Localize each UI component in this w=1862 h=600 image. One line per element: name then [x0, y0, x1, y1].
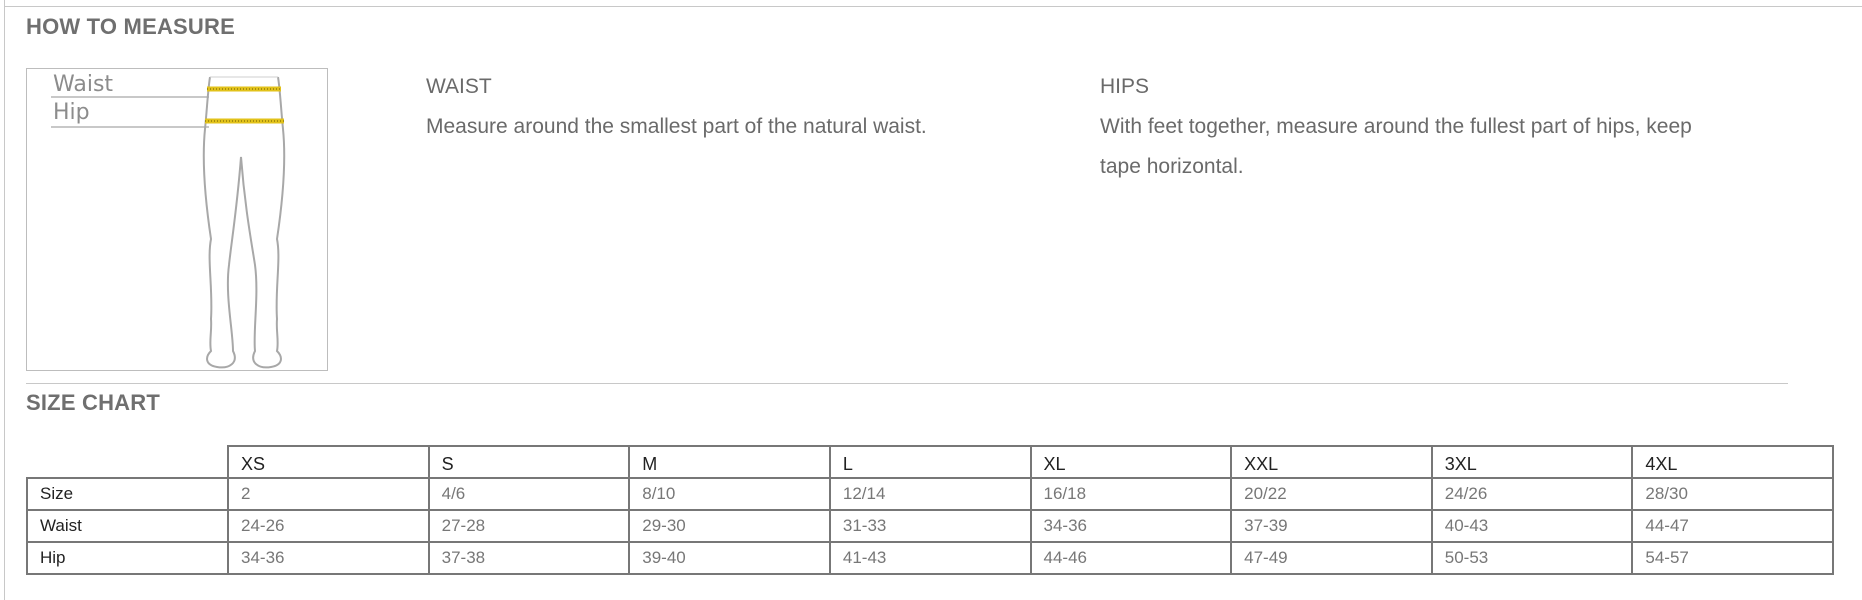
size-col-header: L: [828, 445, 1032, 479]
top-divider: [5, 6, 1862, 7]
table-cell: 54-57: [1631, 541, 1834, 575]
section-divider: [26, 383, 1788, 384]
table-cell: 34-36: [1029, 509, 1233, 543]
size-col-header: 4XL: [1631, 445, 1834, 479]
table-cell: 37-39: [1230, 509, 1433, 543]
waist-title: WAIST: [426, 75, 492, 98]
size-header-row: XS S M L XL XXL 3XL 4XL: [27, 445, 1834, 479]
legs-diagram-icon: Waist Hip: [51, 72, 286, 369]
hips-title: HIPS: [1100, 75, 1150, 98]
waist-label: Waist: [53, 72, 113, 97]
size-col-header: 3XL: [1430, 445, 1634, 479]
table-cell: 12/14: [828, 477, 1032, 511]
row-label: Size: [26, 477, 229, 511]
table-row: Hip 34-36 37-38 39-40 41-43 44-46 47-49 …: [26, 541, 1834, 575]
row-label: Waist: [26, 509, 229, 543]
table-cell: 16/18: [1029, 477, 1233, 511]
table-cell: 20/22: [1230, 477, 1433, 511]
size-col-header: XS: [227, 445, 430, 479]
table-row: Waist 24-26 27-28 29-30 31-33 34-36 37-3…: [26, 509, 1834, 543]
measurement-illustration: Waist Hip: [26, 68, 328, 371]
table-cell: 39-40: [628, 541, 831, 575]
table-cell: 24-26: [227, 509, 430, 543]
hip-label: Hip: [53, 100, 90, 125]
hips-instructions: With feet together, measure around the f…: [1100, 115, 1692, 178]
size-col-header: XXL: [1230, 445, 1433, 479]
table-cell: 29-30: [628, 509, 831, 543]
size-col-header: S: [427, 445, 631, 479]
table-cell: 8/10: [628, 477, 831, 511]
table-cell: 41-43: [828, 541, 1032, 575]
table-cell: 34-36: [227, 541, 430, 575]
table-cell: 44-46: [1029, 541, 1233, 575]
table-row: Size 2 4/6 8/10 12/14 16/18 20/22 24/26 …: [26, 477, 1834, 511]
table-cell: 27-28: [427, 509, 631, 543]
size-col-header: M: [628, 445, 831, 479]
table-cell: 2: [227, 477, 430, 511]
size-chart-table: XS S M L XL XXL 3XL 4XL Size 2 4/6 8/10 …: [26, 445, 1834, 575]
table-cell: 40-43: [1430, 509, 1634, 543]
waist-instructions: Measure around the smallest part of the …: [426, 115, 927, 138]
table-cell: 50-53: [1430, 541, 1634, 575]
header-corner-cell: [27, 446, 228, 479]
size-chart-heading: SIZE CHART: [26, 390, 160, 415]
table-cell: 24/26: [1430, 477, 1634, 511]
table-cell: 31-33: [828, 509, 1032, 543]
table-cell: 4/6: [427, 477, 631, 511]
table-cell: 47-49: [1230, 541, 1433, 575]
left-border-line: [4, 0, 5, 600]
table-cell: 37-38: [427, 541, 631, 575]
row-label: Hip: [26, 541, 229, 575]
table-cell: 28/30: [1631, 477, 1834, 511]
size-col-header: XL: [1029, 445, 1233, 479]
how-to-measure-heading: HOW TO MEASURE: [26, 14, 235, 39]
table-cell: 44-47: [1631, 509, 1834, 543]
